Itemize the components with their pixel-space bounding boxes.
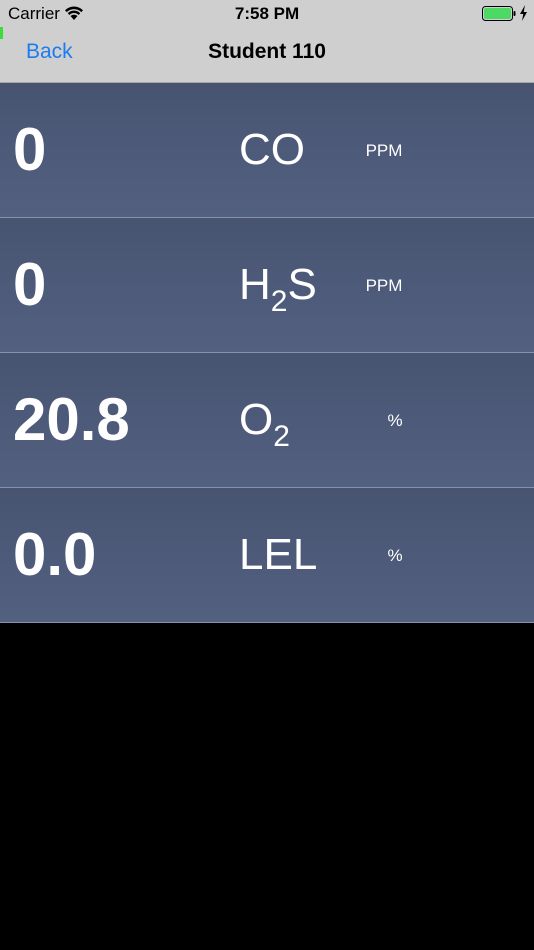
screen: Carrier 7:58 PM Back Student 110 0 CO PP… [0, 0, 534, 950]
gas-name: CO [239, 125, 305, 174]
gas-name: H2S [239, 260, 317, 318]
gas-name: LEL [239, 530, 318, 579]
reading-unit: % [387, 546, 403, 565]
reading-value: 0.0 [13, 521, 97, 588]
reading-row-lel[interactable]: 0.0 LEL % [0, 488, 534, 623]
reading-value: 20.8 [13, 386, 130, 453]
battery-icon [482, 6, 516, 21]
reading-value: 0 [13, 116, 47, 183]
nav-bar: Back Student 110 [0, 28, 534, 82]
reading-value: 0 [13, 251, 47, 318]
top-bar: Carrier 7:58 PM Back Student 110 [0, 0, 534, 82]
reading-row-o2[interactable]: 20.8 O2 % [0, 353, 534, 488]
page-title: Student 110 [208, 40, 326, 63]
gas-name: O2 [239, 395, 290, 453]
reading-row-co[interactable]: 0 CO PPM [0, 83, 534, 218]
reading-row-h2s[interactable]: 0 H2S PPM [0, 218, 534, 353]
reading-unit: PPM [365, 276, 403, 295]
reading-unit: PPM [365, 141, 403, 160]
readings-list: 0 CO PPM 0 H2S PPM 20.8 O2 % 0.0 LEL % [0, 83, 534, 623]
reading-unit: % [387, 411, 403, 430]
status-bar: Carrier 7:58 PM [0, 0, 534, 28]
charging-icon [520, 5, 527, 21]
status-time: 7:58 PM [234, 4, 300, 23]
